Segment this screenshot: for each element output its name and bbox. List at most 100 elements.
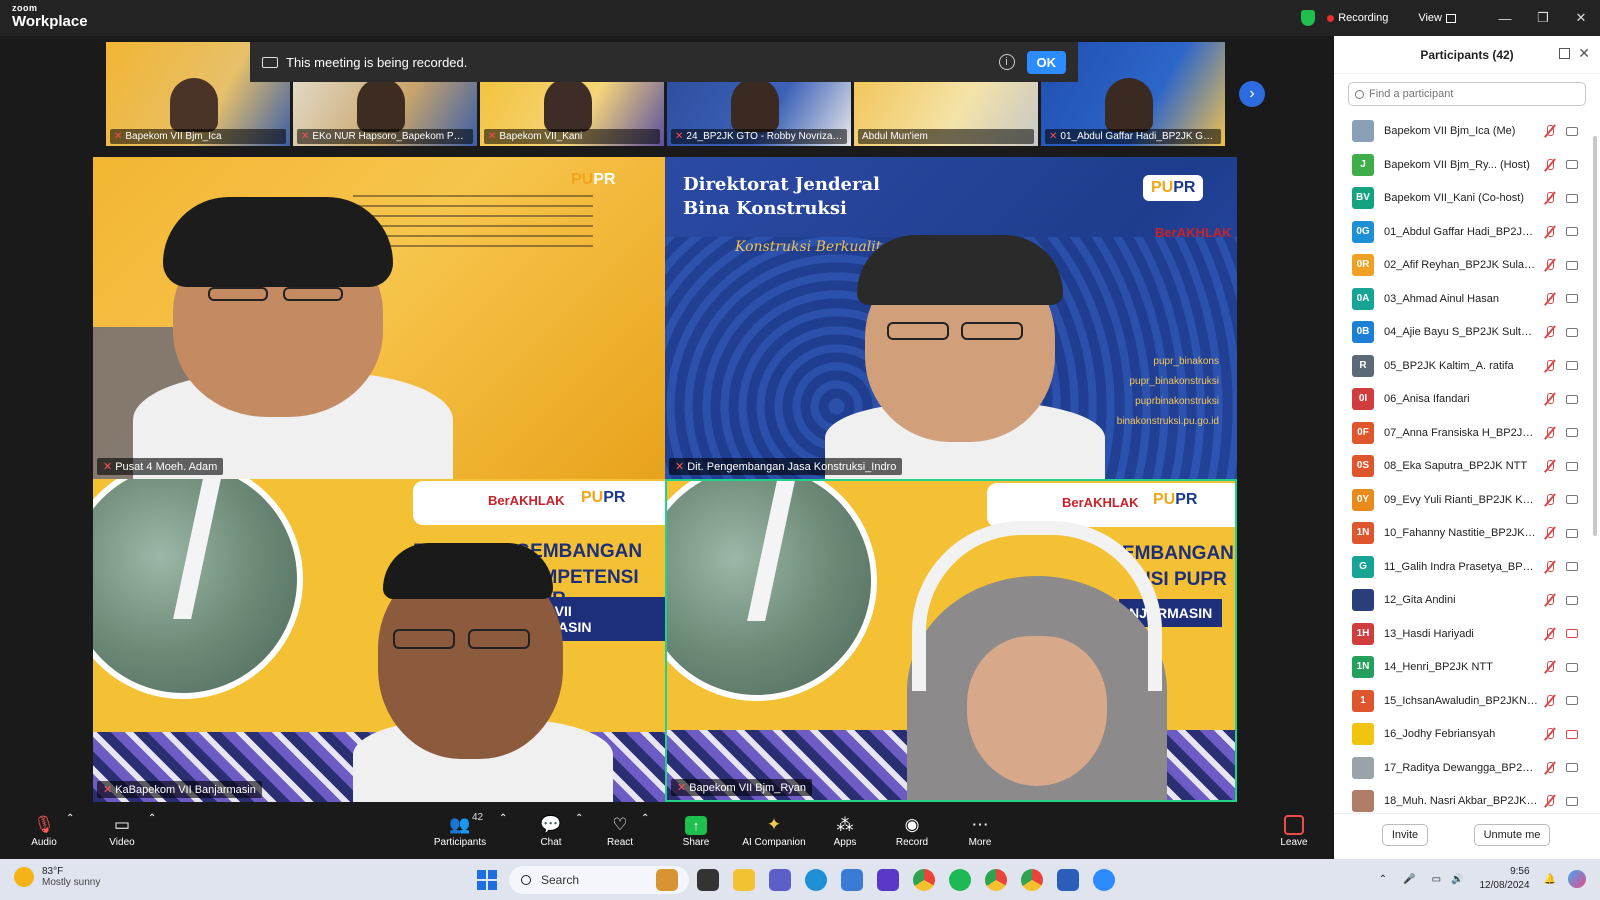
mic-muted-icon[interactable] bbox=[1544, 225, 1556, 239]
participant-row[interactable]: G 11_Galih Indra Prasetya_BP2JK ... bbox=[1334, 550, 1600, 584]
next-page-arrow-icon[interactable]: › bbox=[1239, 81, 1265, 107]
video-button[interactable]: ▭ Video bbox=[104, 813, 140, 848]
participants-options-chevron-icon[interactable]: ⌃ bbox=[499, 813, 507, 824]
close-window-icon[interactable]: ✕ bbox=[1562, 10, 1600, 26]
video-camera-icon[interactable] bbox=[1566, 461, 1578, 471]
chat-button[interactable]: 💬 Chat bbox=[536, 813, 566, 848]
mic-muted-icon[interactable] bbox=[1544, 560, 1556, 574]
scrollbar[interactable] bbox=[1593, 136, 1597, 536]
video-camera-icon[interactable] bbox=[1566, 327, 1578, 337]
zoom-app-icon[interactable] bbox=[1093, 869, 1115, 891]
video-camera-icon[interactable] bbox=[1566, 260, 1578, 270]
word-icon[interactable] bbox=[1057, 869, 1079, 891]
video-camera-icon[interactable] bbox=[1566, 763, 1578, 772]
participant-row[interactable]: 18_Muh. Nasri Akbar_BP2JK Kal... bbox=[1334, 784, 1600, 814]
briefcase-app-icon[interactable] bbox=[656, 869, 678, 891]
video-camera-icon[interactable] bbox=[1566, 696, 1578, 705]
participant-row[interactable]: 12_Gita Andini bbox=[1334, 583, 1600, 617]
video-camera-icon[interactable] bbox=[1566, 227, 1578, 236]
record-button[interactable]: ◉ Record bbox=[894, 813, 930, 848]
participant-row[interactable]: BV Bapekom VII_Kani (Co-host) bbox=[1334, 181, 1600, 215]
react-options-chevron-icon[interactable]: ⌃ bbox=[641, 813, 649, 824]
participant-row[interactable]: 0A 03_Ahmad Ainul Hasan bbox=[1334, 282, 1600, 316]
chat-options-chevron-icon[interactable]: ⌃ bbox=[575, 813, 583, 824]
participant-row[interactable]: 0F 07_Anna Fransiska H_BP2JK Pa... bbox=[1334, 416, 1600, 450]
recording-status[interactable]: Recording bbox=[1338, 12, 1388, 24]
chrome-icon[interactable] bbox=[913, 869, 935, 891]
video-off-icon[interactable] bbox=[1566, 729, 1578, 739]
mic-muted-icon[interactable] bbox=[1544, 493, 1556, 507]
search-input[interactable] bbox=[1369, 88, 1569, 100]
ok-button[interactable]: OK bbox=[1026, 50, 1066, 74]
video-off-icon[interactable] bbox=[1566, 629, 1578, 638]
video-camera-icon[interactable] bbox=[1566, 495, 1578, 504]
pen-app-icon[interactable] bbox=[877, 869, 899, 891]
participant-row[interactable]: Bapekom VII Bjm_Ica (Me) bbox=[1334, 114, 1600, 148]
participant-row[interactable]: 0S 08_Eka Saputra_BP2JK NTT bbox=[1334, 449, 1600, 483]
video-camera-icon[interactable] bbox=[1566, 361, 1578, 370]
mic-muted-icon[interactable] bbox=[1544, 359, 1556, 373]
mic-muted-icon[interactable] bbox=[1544, 258, 1556, 272]
participant-row[interactable]: 0G 01_Abdul Gaffar Hadi_BP2JK G... bbox=[1334, 215, 1600, 249]
mic-muted-icon[interactable] bbox=[1544, 158, 1556, 172]
video-tile[interactable]: Direktorat Jenderal Bina Konstruksi Kons… bbox=[665, 157, 1237, 479]
video-camera-icon[interactable] bbox=[1566, 160, 1578, 169]
participant-row[interactable]: 0Y 09_Evy Yuli Rianti_BP2JK Kaltara bbox=[1334, 483, 1600, 517]
mic-muted-icon[interactable] bbox=[1544, 392, 1556, 406]
participant-search[interactable] bbox=[1348, 82, 1586, 106]
windows-start-icon[interactable] bbox=[477, 870, 497, 890]
mic-muted-icon[interactable] bbox=[1544, 794, 1556, 808]
participant-row[interactable]: 1 15_IchsanAwaludin_BP2JKNTT bbox=[1334, 684, 1600, 718]
mic-muted-icon[interactable] bbox=[1544, 660, 1556, 674]
participant-row[interactable]: R 05_BP2JK Kaltim_A. ratifa bbox=[1334, 349, 1600, 383]
react-button[interactable]: ♡ React bbox=[604, 813, 636, 848]
share-button[interactable]: ↑ Share bbox=[680, 813, 712, 848]
mic-muted-icon[interactable] bbox=[1544, 526, 1556, 540]
apps-button[interactable]: ⁂ Apps bbox=[830, 813, 860, 848]
video-camera-icon[interactable] bbox=[1566, 796, 1578, 806]
mic-muted-icon[interactable] bbox=[1544, 325, 1556, 339]
participant-row[interactable]: 1N 10_Fahanny Nastitie_BP2JK DKI bbox=[1334, 516, 1600, 550]
video-camera-icon[interactable] bbox=[1566, 294, 1578, 303]
info-icon[interactable]: i bbox=[998, 54, 1015, 70]
video-camera-icon[interactable] bbox=[1566, 126, 1578, 136]
mic-muted-icon[interactable] bbox=[1544, 426, 1556, 440]
file-explorer-icon[interactable] bbox=[733, 869, 755, 891]
task-view-icon[interactable] bbox=[697, 869, 719, 891]
copilot-icon[interactable] bbox=[1568, 870, 1586, 888]
mic-muted-icon[interactable] bbox=[1544, 694, 1556, 708]
chrome-profile-icon[interactable] bbox=[1021, 869, 1043, 891]
participant-row[interactable]: 1H 13_Hasdi Hariyadi bbox=[1334, 617, 1600, 651]
chrome-profile-icon[interactable] bbox=[985, 869, 1007, 891]
restore-icon[interactable]: ❐ bbox=[1524, 10, 1562, 26]
chevron-up-icon[interactable]: ⌃ bbox=[1379, 874, 1387, 885]
mic-muted-icon[interactable] bbox=[1544, 627, 1556, 641]
clock[interactable]: 9:56 12/08/2024 bbox=[1479, 865, 1529, 893]
video-camera-icon[interactable] bbox=[1566, 394, 1578, 404]
minimize-icon[interactable]: — bbox=[1486, 11, 1524, 26]
unmute-me-button[interactable]: Unmute me bbox=[1474, 824, 1550, 846]
view-grid-icon[interactable] bbox=[1446, 13, 1456, 23]
audio-options-chevron-icon[interactable]: ⌃ bbox=[66, 813, 74, 824]
mic-muted-icon[interactable] bbox=[1544, 191, 1556, 205]
mail-icon[interactable] bbox=[841, 869, 863, 891]
mic-muted-icon[interactable] bbox=[1544, 459, 1556, 473]
close-panel-icon[interactable]: ✕ bbox=[1578, 45, 1590, 62]
volume-icon[interactable]: 🔊 bbox=[1451, 874, 1463, 885]
notification-bell-icon[interactable]: 🔔 bbox=[1544, 874, 1556, 885]
microphone-icon[interactable]: 🎤 bbox=[1403, 874, 1415, 885]
participant-row[interactable]: 0B 04_Ajie Bayu S_BP2JK Sulteng bbox=[1334, 315, 1600, 349]
video-camera-icon[interactable] bbox=[1566, 662, 1578, 672]
video-tile-active[interactable]: BerAKHLAK PUPR EMBANGAN NSI PUPR NJARMAS… bbox=[665, 479, 1237, 802]
ai-companion-button[interactable]: ✦ AI Companion bbox=[740, 813, 808, 848]
video-camera-icon[interactable] bbox=[1566, 595, 1578, 605]
more-button[interactable]: ⋯ More bbox=[964, 813, 996, 848]
participant-row[interactable]: 0I 06_Anisa Ifandari bbox=[1334, 382, 1600, 416]
video-camera-icon[interactable] bbox=[1566, 562, 1578, 571]
network-icon[interactable]: ▭ bbox=[1432, 874, 1441, 885]
mic-muted-icon[interactable] bbox=[1544, 761, 1556, 775]
mic-muted-icon[interactable] bbox=[1544, 593, 1556, 607]
mic-muted-icon[interactable] bbox=[1544, 292, 1556, 306]
weather-widget[interactable]: 83°F Mostly sunny bbox=[14, 866, 100, 888]
video-tile[interactable]: BerAKHLAK PUPR BALAI PENGEMBANGAN KOMPET… bbox=[93, 479, 665, 802]
